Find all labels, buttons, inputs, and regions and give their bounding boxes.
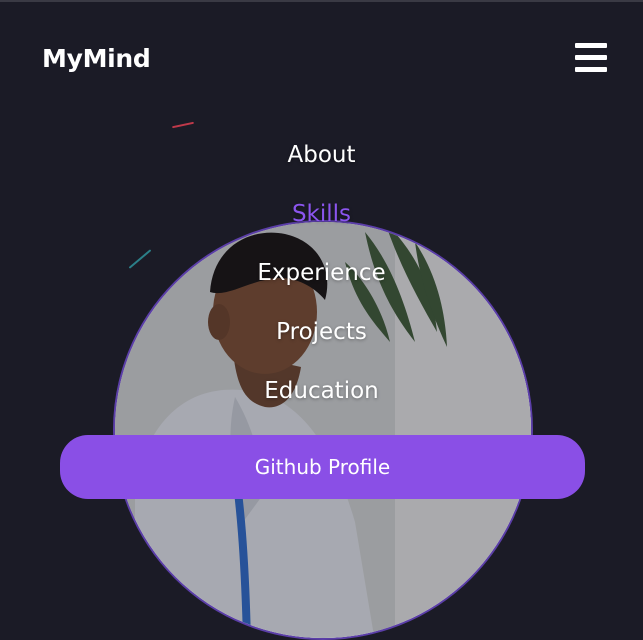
hamburger-bar xyxy=(575,67,607,72)
hamburger-bar xyxy=(575,43,607,48)
nav-item-projects[interactable]: Projects xyxy=(0,319,643,345)
nav-item-skills[interactable]: Skills xyxy=(0,201,643,227)
hamburger-bar xyxy=(575,55,607,60)
decorative-streak xyxy=(172,121,194,129)
nav-item-about[interactable]: About xyxy=(0,142,643,168)
hamburger-icon[interactable] xyxy=(575,43,607,72)
top-border xyxy=(0,0,643,2)
github-profile-button[interactable]: Github Profile xyxy=(60,435,585,499)
nav-item-experience[interactable]: Experience xyxy=(0,260,643,286)
nav-item-education[interactable]: Education xyxy=(0,378,643,404)
brand-logo[interactable]: MyMind xyxy=(42,44,151,73)
